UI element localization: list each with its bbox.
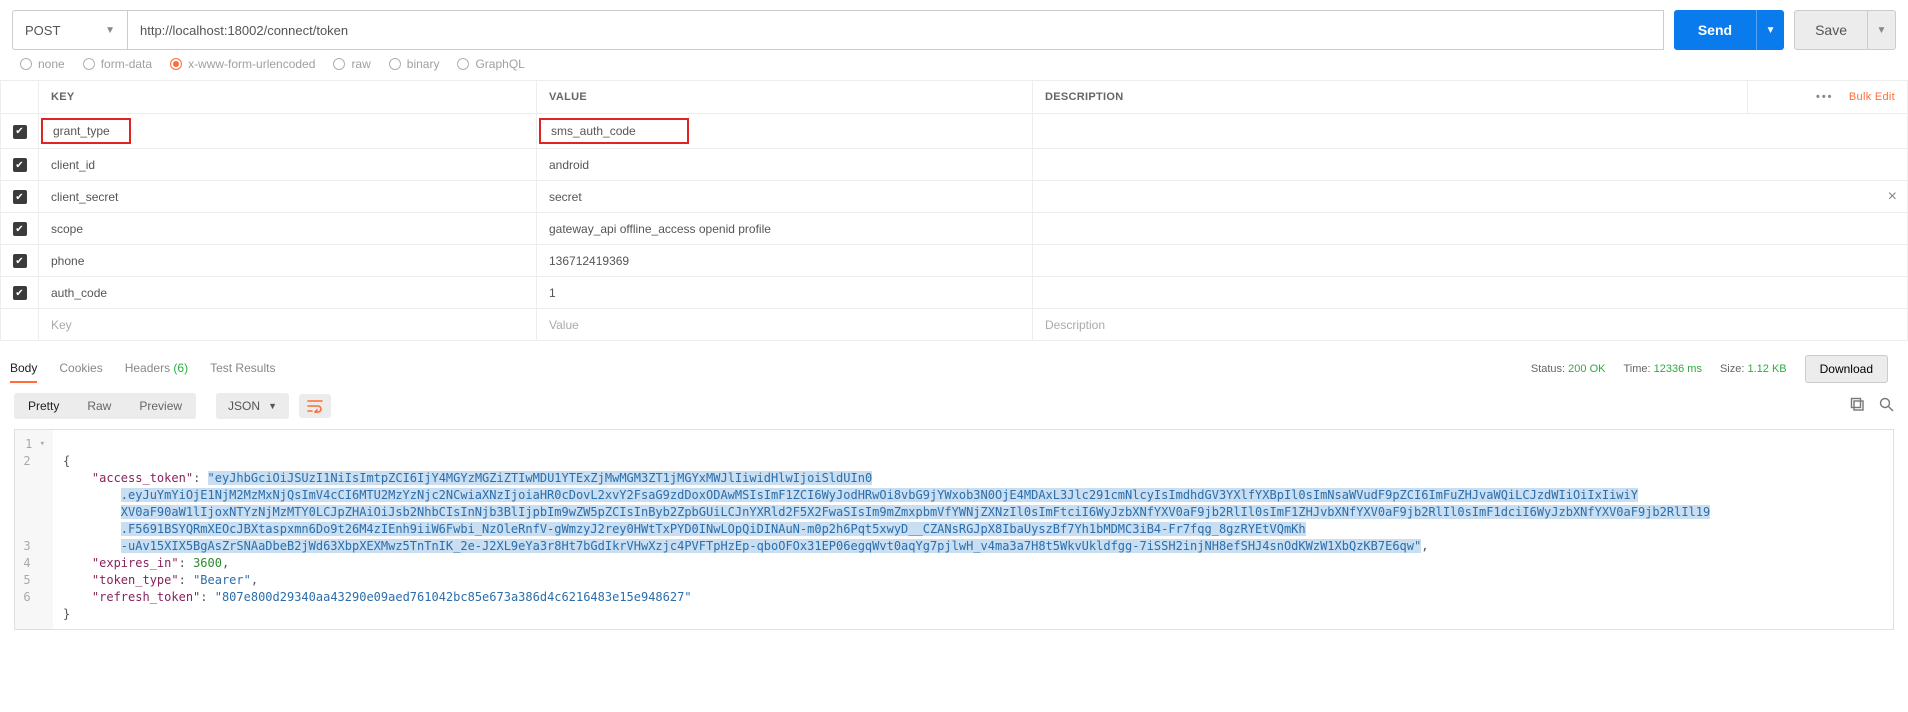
time-label: Time: — [1623, 363, 1650, 375]
view-preview[interactable]: Preview — [125, 393, 196, 419]
param-row[interactable]: ✔ auth_code 1 — [1, 277, 1908, 309]
param-key-placeholder[interactable]: Key — [51, 318, 72, 332]
body-type-none[interactable]: none — [20, 58, 65, 71]
more-options-icon[interactable]: ••• — [1816, 91, 1834, 103]
param-key[interactable]: client_id — [51, 158, 95, 172]
param-value[interactable]: sms_auth_code — [539, 118, 689, 144]
status-value: 200 OK — [1568, 363, 1605, 375]
body-type-selector: none form-data x-www-form-urlencoded raw… — [0, 58, 1908, 74]
param-row[interactable]: ✔ scope gateway_api offline_access openi… — [1, 213, 1908, 245]
send-button[interactable]: Send — [1674, 10, 1756, 50]
param-row[interactable]: ✔ phone 136712419369 — [1, 245, 1908, 277]
view-pretty[interactable]: Pretty — [14, 393, 73, 419]
param-value[interactable]: 136712419369 — [549, 254, 629, 268]
search-icon[interactable] — [1879, 397, 1894, 416]
param-row-new[interactable]: Key Value Description — [1, 309, 1908, 341]
param-checkbox[interactable]: ✔ — [13, 190, 27, 204]
param-key[interactable]: auth_code — [51, 286, 107, 300]
param-checkbox[interactable]: ✔ — [13, 286, 27, 300]
size-value: 1.12 KB — [1747, 363, 1786, 375]
col-description: DESCRIPTION — [1033, 81, 1748, 114]
body-type-graphql[interactable]: GraphQL — [457, 58, 524, 71]
param-key[interactable]: scope — [51, 222, 83, 236]
delete-row-icon[interactable]: × — [1888, 188, 1897, 206]
param-checkbox[interactable]: ✔ — [13, 158, 27, 172]
caret-down-icon: ▼ — [105, 25, 115, 36]
body-type-xwww[interactable]: x-www-form-urlencoded — [170, 58, 315, 71]
response-body-viewer[interactable]: 1 ▾2 3 4 5 6 { "access_token": "eyJhbGci… — [14, 429, 1894, 630]
param-key[interactable]: grant_type — [41, 118, 131, 144]
tab-body[interactable]: Body — [10, 355, 37, 383]
param-row[interactable]: ✔ grant_type sms_auth_code — [1, 114, 1908, 149]
param-row[interactable]: ✔ client_id android — [1, 149, 1908, 181]
col-key: KEY — [39, 81, 537, 114]
param-row[interactable]: ≡✔ client_secret secret × — [1, 181, 1908, 213]
param-value[interactable]: android — [549, 158, 589, 172]
param-checkbox[interactable]: ✔ — [13, 125, 27, 139]
param-value[interactable]: secret — [549, 190, 582, 204]
wrap-icon — [307, 399, 323, 413]
http-method-label: POST — [25, 23, 60, 38]
param-value[interactable]: 1 — [549, 286, 556, 300]
view-raw[interactable]: Raw — [73, 393, 125, 419]
col-value: VALUE — [537, 81, 1033, 114]
size-label: Size: — [1720, 363, 1744, 375]
copy-icon[interactable] — [1850, 397, 1865, 416]
param-checkbox[interactable]: ✔ — [13, 254, 27, 268]
code-content[interactable]: { "access_token": "eyJhbGciOiJSUzI1NiIsI… — [53, 430, 1893, 629]
tab-headers[interactable]: Headers (6) — [125, 355, 188, 383]
bulk-edit-link[interactable]: Bulk Edit — [1849, 91, 1895, 103]
http-method-select[interactable]: POST ▼ — [12, 10, 127, 50]
status-label: Status: — [1531, 363, 1565, 375]
param-key[interactable]: phone — [51, 254, 84, 268]
param-key[interactable]: client_secret — [51, 190, 118, 204]
param-checkbox[interactable]: ✔ — [13, 222, 27, 236]
save-button[interactable]: Save — [1794, 10, 1868, 50]
send-options-button[interactable]: ▼ — [1756, 10, 1784, 50]
param-value-placeholder[interactable]: Value — [549, 318, 579, 332]
format-select[interactable]: JSON▼ — [216, 393, 289, 419]
tab-cookies[interactable]: Cookies — [59, 355, 102, 383]
param-desc-placeholder[interactable]: Description — [1045, 318, 1105, 332]
body-type-formdata[interactable]: form-data — [83, 58, 152, 71]
body-type-raw[interactable]: raw — [333, 58, 370, 71]
line-gutter: 1 ▾2 3 4 5 6 — [15, 430, 53, 629]
param-value[interactable]: gateway_api offline_access openid profil… — [549, 222, 771, 236]
time-value: 12336 ms — [1654, 363, 1702, 375]
download-button[interactable]: Download — [1805, 355, 1888, 383]
params-table: KEY VALUE DESCRIPTION ••• Bulk Edit ✔ gr… — [0, 80, 1908, 341]
url-input[interactable] — [127, 10, 1664, 50]
caret-down-icon: ▼ — [268, 401, 277, 411]
save-options-button[interactable]: ▼ — [1868, 10, 1896, 50]
body-type-binary[interactable]: binary — [389, 58, 440, 71]
tab-test-results[interactable]: Test Results — [210, 355, 275, 383]
wrap-lines-button[interactable] — [299, 394, 331, 418]
